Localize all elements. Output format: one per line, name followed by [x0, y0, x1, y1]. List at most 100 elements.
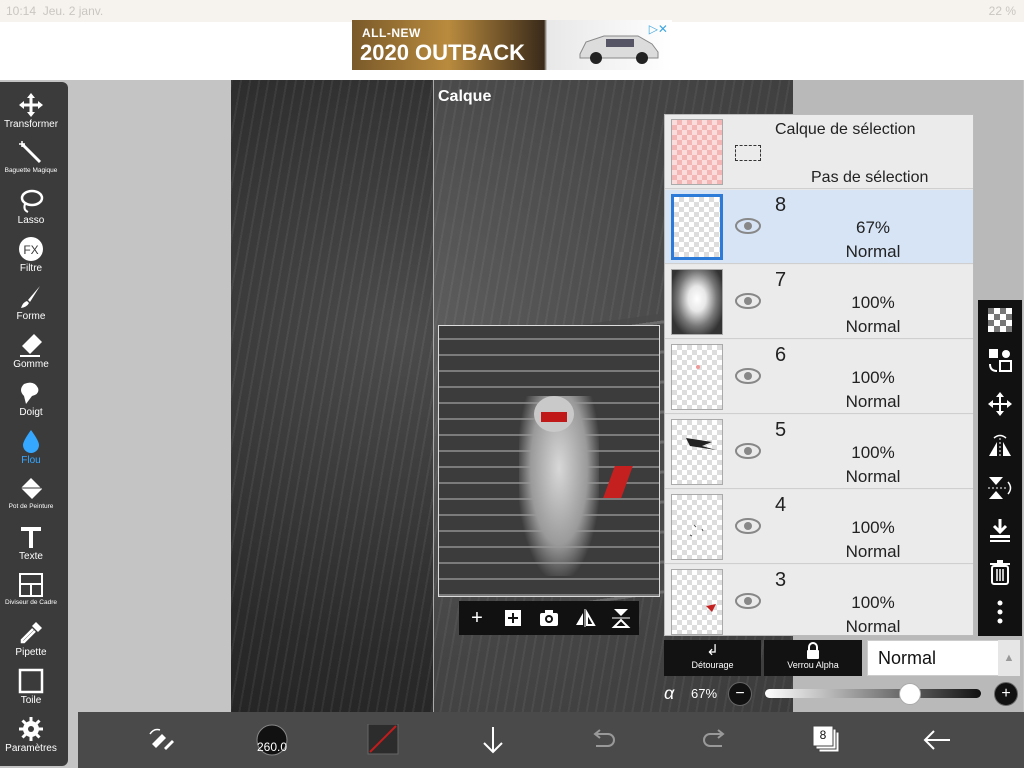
tool-canvas[interactable]: Toile	[0, 668, 62, 706]
tool-eraser[interactable]: Gomme	[0, 332, 62, 370]
eye-icon[interactable]	[735, 293, 761, 309]
layer-row[interactable]: 7 100% Normal	[665, 265, 973, 339]
clipping-arrow-icon: ↲	[706, 642, 719, 659]
swap-tools-icon[interactable]	[144, 724, 178, 756]
tool-smudge[interactable]: Doigt	[0, 380, 62, 418]
tool-settings[interactable]: Paramètres	[0, 716, 62, 754]
thumbnail-mark	[696, 365, 700, 369]
undo-icon[interactable]	[586, 724, 620, 756]
frame-divider-icon	[19, 573, 43, 597]
blend-mode-select[interactable]: Normal	[867, 640, 999, 676]
tool-magic-wand[interactable]: Baguette Magique	[0, 140, 62, 174]
tool-label: Gomme	[13, 359, 49, 370]
layer-row[interactable]: 3 100% Normal	[665, 565, 973, 635]
layer-blend-mode: Normal	[845, 542, 901, 561]
merge-down-icon[interactable]	[986, 516, 1014, 544]
clipping-button[interactable]: ↲ Détourage	[664, 640, 761, 676]
move-icon[interactable]	[986, 390, 1014, 418]
close-icon[interactable]: ▷✕	[649, 22, 668, 36]
redo-icon[interactable]	[698, 724, 732, 756]
layer-row[interactable]: 4 100% Normal	[665, 490, 973, 564]
trash-icon[interactable]	[986, 558, 1014, 586]
tool-label: Transformer	[3, 119, 59, 130]
opacity-increase-button[interactable]: +	[994, 682, 1018, 706]
tool-label: Lasso	[17, 215, 45, 226]
blur-drop-icon	[23, 430, 39, 453]
add-layer-icon[interactable]	[501, 607, 525, 629]
svg-text:FX: FX	[23, 243, 38, 257]
ad-banner[interactable]: ALL-NEW 2020 OUTBACK ▷✕	[352, 20, 672, 70]
tool-eyedropper[interactable]: Pipette	[0, 620, 62, 658]
tool-frame-divider[interactable]: Diviseur de Cadre	[0, 572, 62, 606]
layer-row[interactable]: 5 100% Normal	[665, 415, 973, 489]
tool-blur[interactable]: Flou	[0, 428, 62, 466]
camera-icon[interactable]	[537, 607, 561, 629]
layer-opacity: 67%	[855, 218, 891, 237]
layer-number: 7	[775, 269, 787, 291]
layer-thumbnail	[671, 344, 723, 410]
tool-label: Flou	[21, 455, 41, 466]
tool-label: Diviseur de Cadre	[4, 599, 58, 606]
move-icon	[19, 93, 43, 117]
eye-icon[interactable]	[735, 368, 761, 384]
layer-actions-toolbar	[978, 300, 1022, 636]
eye-icon[interactable]	[735, 218, 761, 234]
layer-number: 4	[775, 494, 787, 516]
text-icon	[21, 527, 41, 548]
plus-icon[interactable]: +	[465, 607, 489, 629]
tool-paint-bucket[interactable]: Pot de Peinture	[0, 476, 62, 510]
layer-blend-mode: Normal	[845, 317, 901, 336]
alpha-lock-button[interactable]: Verrou Alpha	[764, 640, 862, 676]
tool-label: Doigt	[19, 407, 43, 418]
flip-vertical-icon[interactable]	[986, 474, 1014, 502]
flip-horizontal-icon[interactable]	[986, 432, 1014, 460]
opacity-decrease-button[interactable]: −	[728, 682, 752, 706]
tool-label: Forme	[16, 311, 46, 322]
tool-filter[interactable]: FX Filtre	[0, 236, 62, 274]
tool-label: Toile	[20, 695, 42, 706]
preview-red-band	[541, 412, 567, 422]
tool-lasso[interactable]: Lasso	[0, 188, 62, 226]
opacity-slider-knob[interactable]	[898, 683, 921, 705]
dropdown-arrow-icon[interactable]: ▲	[998, 640, 1020, 676]
layer-thumbnail	[671, 194, 723, 260]
smudge-icon	[21, 382, 39, 404]
preview-toolbar: +	[459, 601, 639, 635]
clipping-label: Détourage	[691, 660, 734, 670]
ad-line2: 2020 OUTBACK	[360, 40, 526, 65]
layer-blend-mode: Normal	[845, 242, 901, 261]
tool-brush[interactable]: Forme	[0, 284, 62, 322]
transform-layer-icon[interactable]	[986, 346, 1014, 374]
checker-icon[interactable]	[986, 306, 1014, 334]
eye-icon[interactable]	[735, 593, 761, 609]
layers-button[interactable]: 8	[810, 724, 844, 756]
layer-number: 3	[775, 569, 787, 591]
tool-text[interactable]: Texte	[0, 524, 62, 562]
eye-icon[interactable]	[735, 443, 761, 459]
layer-thumbnail	[671, 269, 723, 335]
color-swatch-graphic	[367, 723, 399, 755]
eye-icon[interactable]	[735, 518, 761, 534]
status-battery: 22 %	[988, 4, 1016, 18]
back-arrow-icon[interactable]	[920, 724, 954, 756]
tool-label: Baguette Magique	[4, 167, 58, 174]
alpha-lock-label: Verrou Alpha	[787, 660, 839, 670]
selection-layer-row[interactable]: Calque de sélection Pas de sélection	[665, 115, 973, 189]
more-icon[interactable]	[986, 598, 1014, 626]
color-swatch[interactable]	[366, 723, 400, 756]
brush-size-indicator[interactable]: 260.0	[252, 724, 292, 756]
tool-transformer[interactable]: Transformer	[0, 92, 62, 130]
arrow-down-icon[interactable]	[476, 724, 510, 756]
layer-row[interactable]: 8 67% Normal	[665, 190, 973, 264]
opacity-slider[interactable]	[765, 689, 981, 698]
gear-icon	[19, 717, 43, 741]
thumbnail-mark	[686, 438, 716, 450]
flip-horizontal-icon[interactable]	[573, 607, 597, 629]
layer-row[interactable]: 6 100% Normal	[665, 340, 973, 414]
layer-list: Calque de sélection Pas de sélection 8 6…	[664, 114, 974, 636]
canvas-icon	[18, 668, 44, 694]
flip-vertical-icon[interactable]	[609, 607, 633, 629]
tool-label: Paramètres	[5, 743, 57, 754]
layer-thumbnail	[671, 569, 723, 635]
brush-icon	[21, 286, 40, 308]
